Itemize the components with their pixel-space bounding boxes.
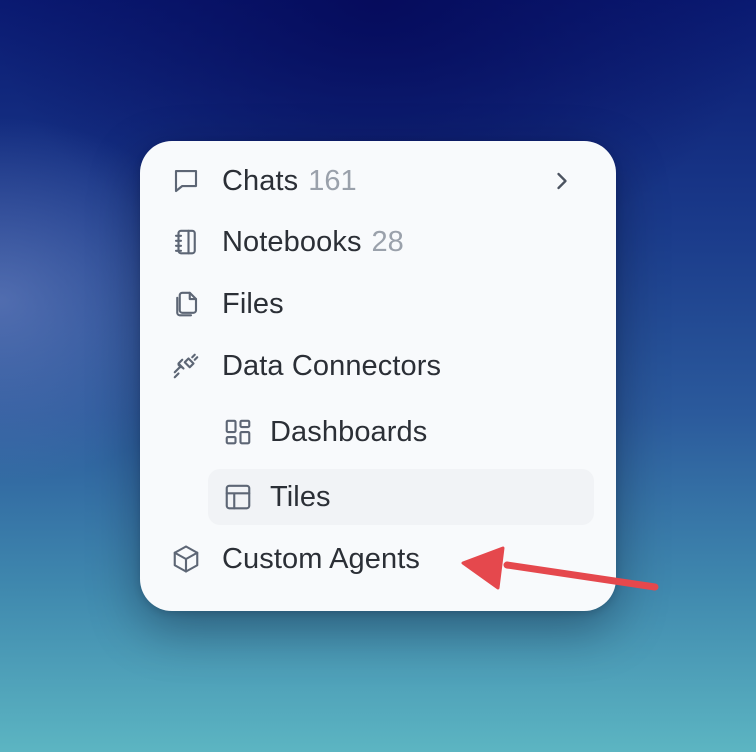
menu-item-label: Tiles [270,480,331,513]
tiles-icon [222,481,254,513]
menu-item-files[interactable]: Files [162,276,594,332]
menu-item-tiles[interactable]: Tiles [208,469,594,525]
plug-icon [170,350,202,382]
menu-item-notebooks[interactable]: Notebooks 28 [162,214,594,270]
menu-item-label: Custom Agents [222,542,420,575]
dashboard-icon [222,416,254,448]
menu-item-count: 28 [371,225,404,258]
menu-item-dashboards[interactable]: Dashboards [208,404,594,460]
cube-icon [170,543,202,575]
annotation-arrow [461,546,659,591]
notebook-icon [170,226,202,258]
menu-item-count: 161 [308,164,357,197]
chat-icon [170,165,202,197]
chevron-right-icon[interactable] [548,167,576,195]
menu-item-data-connectors[interactable]: Data Connectors [162,338,594,394]
menu-item-chats[interactable]: Chats 161 [162,153,594,209]
menu-item-label: Chats [222,164,299,197]
menu-item-label: Notebooks [222,225,362,258]
menu-item-label: Data Connectors [222,349,442,382]
files-icon [170,288,202,320]
menu-item-label: Files [222,287,284,320]
menu-item-label: Dashboards [270,415,428,448]
